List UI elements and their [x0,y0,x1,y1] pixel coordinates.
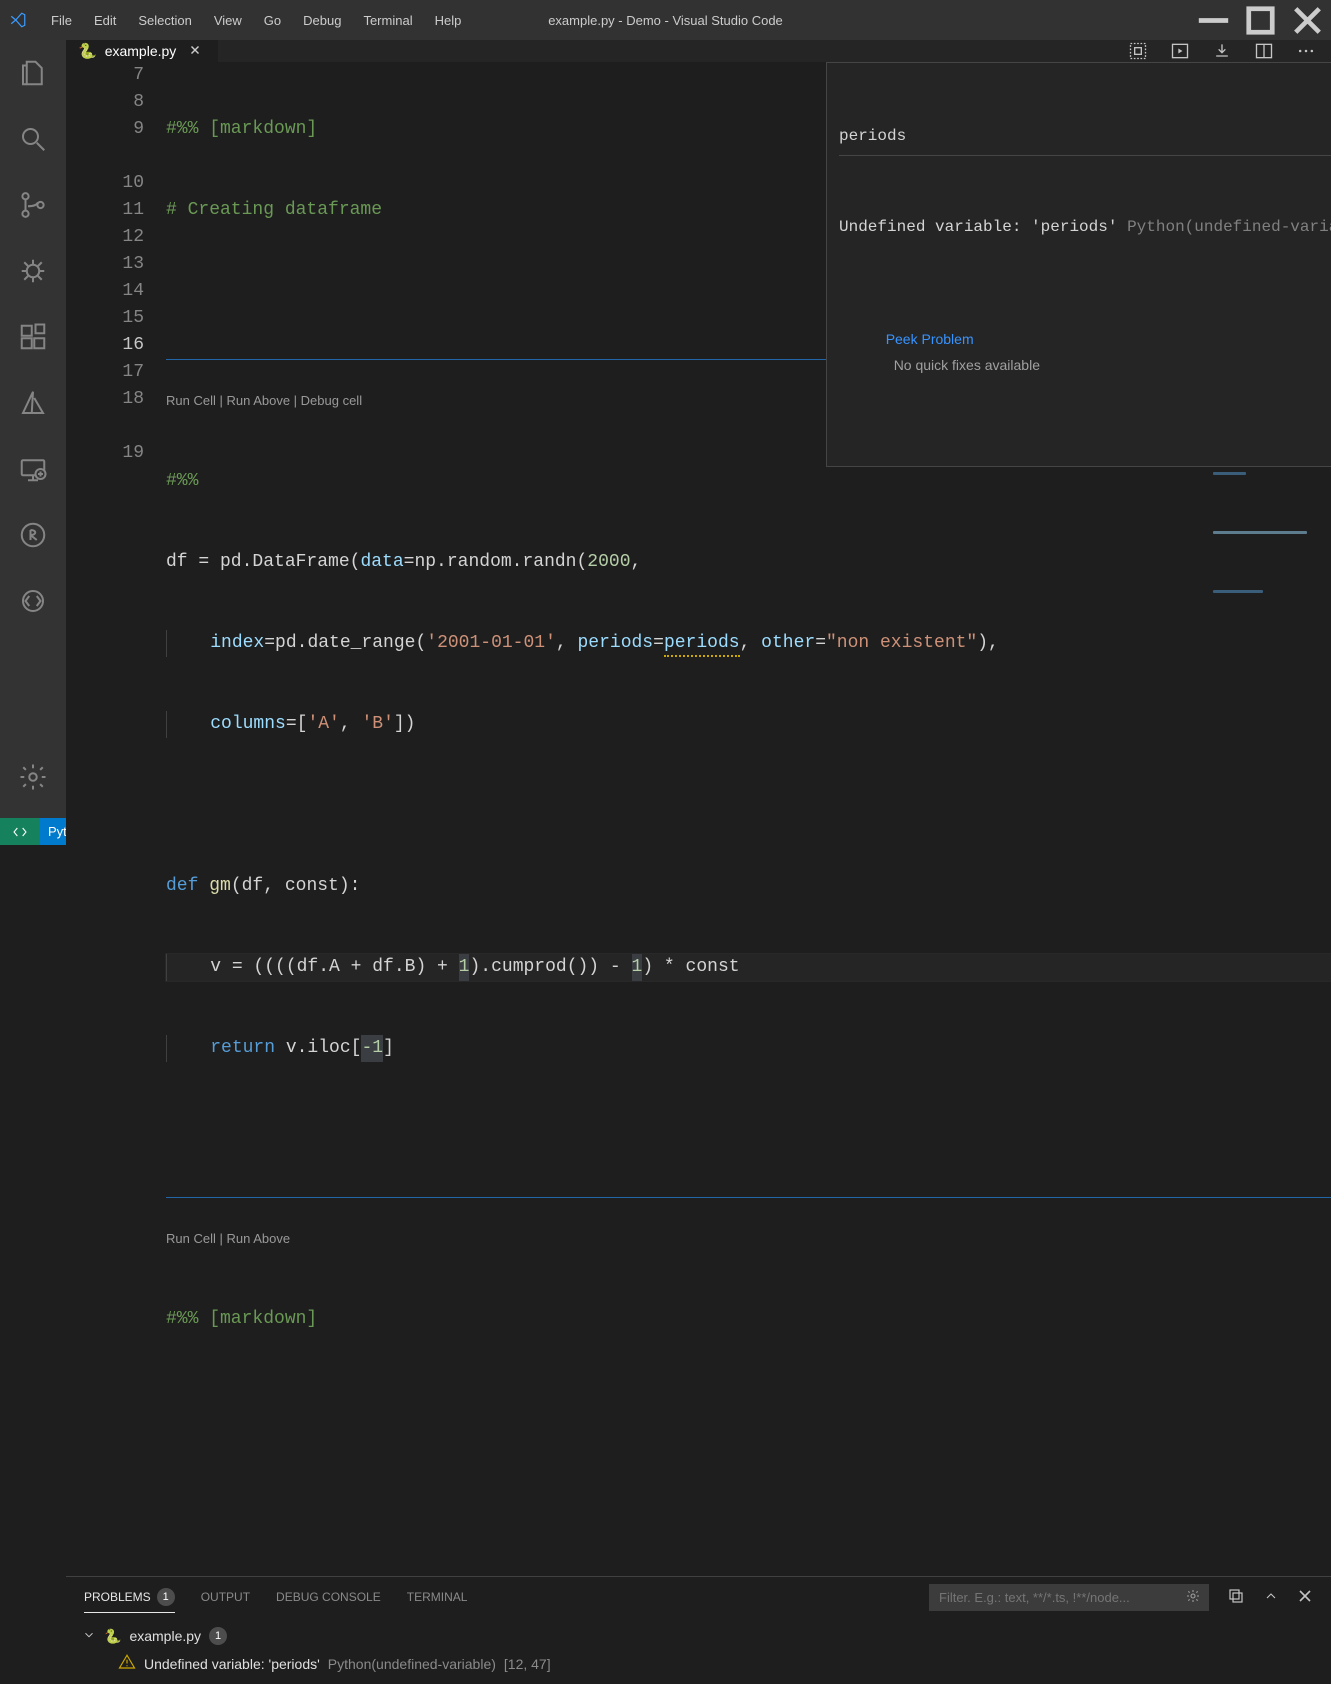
gutter: 7 8 9 10 11 12 13 14 15 16 17 18 19 [66,62,166,1576]
activity-bar [0,40,66,818]
hover-tooltip: periods Undefined variable: 'periods' Py… [826,62,1331,467]
test-icon[interactable] [0,502,66,568]
chevron-down-icon [82,1628,96,1645]
explorer-icon[interactable] [0,40,66,106]
panel-tab-debug-console[interactable]: DEBUG CONSOLE [276,1584,381,1610]
collapse-all-icon[interactable] [1227,1587,1245,1608]
run-file-icon[interactable] [1169,40,1191,62]
vscode-logo-icon [0,11,35,29]
editor[interactable]: 7 8 9 10 11 12 13 14 15 16 17 18 19 #%% … [66,62,1331,1576]
tabs-bar: 🐍 example.py [66,40,1331,62]
hover-title: periods [839,123,1331,156]
run-cell-link[interactable]: Run Cell | Run Above | Debug cell [166,393,362,408]
tab-example-py[interactable]: 🐍 example.py [66,40,219,62]
menu-terminal[interactable]: Terminal [353,7,422,34]
maximize-button[interactable] [1237,0,1284,40]
python-file-icon: 🐍 [78,42,97,60]
file-problems-badge: 1 [209,1627,227,1645]
docker-icon[interactable] [0,568,66,634]
azure-icon[interactable] [0,370,66,436]
close-button[interactable] [1284,0,1331,40]
menu-help[interactable]: Help [425,7,472,34]
panel-maximize-icon[interactable] [1263,1588,1279,1607]
debug-icon[interactable] [0,238,66,304]
close-tab-icon[interactable] [184,41,206,62]
python-file-icon: 🐍 [104,1628,121,1645]
panel-tab-output[interactable]: OUTPUT [201,1584,250,1610]
settings-icon[interactable] [0,744,66,810]
editor-area: 🐍 example.py 7 8 9 10 11 [66,40,1331,818]
window-title: example.py - Demo - Visual Studio Code [548,13,783,28]
problem-row[interactable]: Undefined variable: 'periods' Python(und… [82,1649,1315,1678]
source-control-icon[interactable] [0,172,66,238]
filter-settings-icon[interactable] [1185,1588,1201,1607]
problems-badge: 1 [157,1588,175,1606]
menu-go[interactable]: Go [254,7,291,34]
peek-problem-link[interactable]: Peek Problem [886,331,974,347]
no-quickfix-label: No quick fixes available [894,357,1040,373]
warning-icon [118,1653,136,1674]
window-controls [1190,0,1331,40]
extensions-icon[interactable] [0,304,66,370]
titlebar: File Edit Selection View Go Debug Termin… [0,0,1331,40]
run-cell-link-2[interactable]: Run Cell | Run Above [166,1231,290,1246]
search-icon[interactable] [0,106,66,172]
menu-selection[interactable]: Selection [128,7,201,34]
panel-tab-problems[interactable]: PROBLEMS 1 [84,1582,175,1613]
menu-debug[interactable]: Debug [293,7,351,34]
panel: PROBLEMS 1 OUTPUT DEBUG CONSOLE TERMINAL [66,1576,1331,1684]
menubar: File Edit Selection View Go Debug Termin… [41,7,471,34]
menu-file[interactable]: File [41,7,82,34]
problem-file-row[interactable]: 🐍 example.py 1 [82,1623,1315,1649]
menu-edit[interactable]: Edit [84,7,126,34]
remote-explorer-icon[interactable] [0,436,66,502]
remote-indicator[interactable] [0,818,40,845]
panel-tab-terminal[interactable]: TERMINAL [407,1584,468,1610]
run-cell-icon[interactable] [1127,40,1149,62]
tab-label: example.py [105,43,177,59]
problems-filter-input[interactable] [929,1584,1209,1611]
panel-close-icon[interactable] [1297,1588,1313,1607]
minimize-button[interactable] [1190,0,1237,40]
menu-view[interactable]: View [204,7,252,34]
